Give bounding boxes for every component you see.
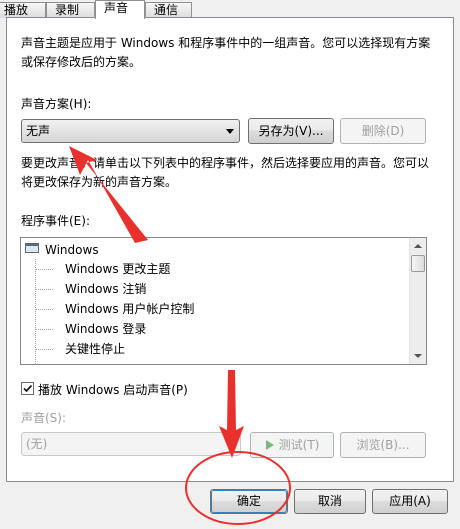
checkmark-icon [23,384,33,393]
chevron-down-icon [226,129,234,134]
list-item[interactable]: Windows 注销 [65,279,146,299]
tree-root-windows[interactable]: Windows [45,241,99,259]
tree-connector [35,349,53,350]
tab-sounds[interactable]: 声音 [95,0,145,19]
list-item[interactable]: 关键性停止 [65,339,125,359]
play-icon [265,440,274,450]
list-item[interactable]: Windows 用户帐户控制 [65,299,194,319]
sound-select[interactable]: (无) [21,432,241,456]
cancel-button[interactable]: 取消 [294,489,366,514]
delete-button[interactable]: 删除(D) [340,118,426,144]
sound-scheme-label: 声音方案(H): [21,97,92,111]
tab-bar: 播放 录制 声音 通信 [0,0,460,19]
save-as-button[interactable]: 另存为(V)... [248,118,334,144]
tree-connector [35,329,53,330]
windows-icon [25,243,39,253]
tree-connector [35,269,53,270]
sound-scheme-select[interactable]: 无声 [21,119,240,143]
scroll-down-button[interactable] [410,348,426,364]
scroll-up-button[interactable] [410,238,426,254]
list-scrollbar[interactable] [409,238,426,364]
sound-theme-description: 声音主题是应用于 Windows 和程序事件中的一组声音。您可以选择现有方案或保… [21,36,431,69]
program-events-list[interactable]: Windows Windows 更改主题 Windows 注销 Windows … [20,237,427,365]
list-item[interactable]: Windows 更改主题 [65,259,170,279]
chevron-down-icon [227,442,235,447]
tree-connector [35,309,53,310]
tree-connector [35,289,53,290]
chevron-down-icon [414,354,422,358]
test-button[interactable]: 测试(T) [250,432,334,458]
sound-label: 声音(S): [21,411,67,425]
tab-playback[interactable]: 播放 [0,2,46,18]
sound-scheme-value: 无声 [26,124,51,138]
apply-button[interactable]: 应用(A) [372,489,448,514]
program-events-label: 程序事件(E): [21,214,90,228]
startup-sound-checkbox[interactable] [21,382,34,395]
scroll-thumb[interactable] [411,255,425,272]
startup-sound-label: 播放 Windows 启动声音(P) [38,383,188,397]
ok-focus-ring [211,490,287,513]
test-button-label: 测试(T) [278,438,320,452]
instruction-text: 要更改声音，请单击以下列表中的程序事件，然后选择要应用的声音。您可以将更改保存为… [21,156,430,189]
sound-value: (无) [26,437,48,451]
tab-recording[interactable]: 录制 [46,2,95,18]
tab-communications[interactable]: 通信 [145,2,192,18]
browse-button[interactable]: 浏览(B)... [340,432,426,458]
list-item[interactable]: Windows 登录 [65,319,146,339]
chevron-up-icon [414,244,422,248]
